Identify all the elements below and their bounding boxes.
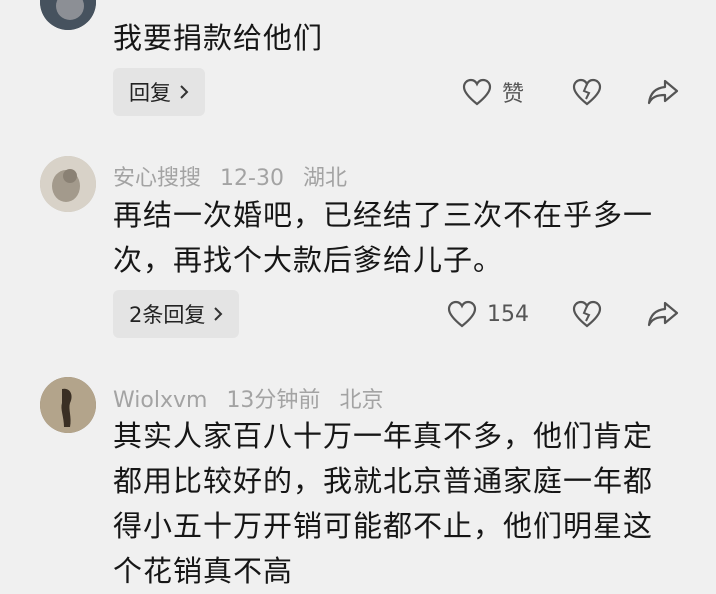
like-button[interactable]: 154 [447,290,529,338]
dislike-button[interactable] [572,68,602,116]
username[interactable]: 安心搜搜 [113,166,201,191]
comment-meta: Wiolxvm 13分钟前 北京 [113,382,395,414]
comment-date: 12-30 [220,166,284,191]
like-button[interactable]: 赞 [462,68,524,116]
comment-location: 北京 [339,388,384,413]
comment-actions: 赞 [0,68,716,116]
comment-text: 我要捐款给他们 [113,21,324,55]
comment-actions: 154 [0,290,716,338]
comment-location: 湖北 [302,166,347,191]
share-arrow-icon [647,300,679,328]
username[interactable]: Wiolxvm [113,388,207,413]
share-button[interactable] [647,68,679,116]
heart-outline-icon [447,300,477,328]
comment-date: 13分钟前 [226,388,321,413]
heart-outline-icon [462,78,492,106]
comment-text: 其实人家百八十万一年真不多，他们肯定都用比较好的，我就北京普通家庭一年都得小五十… [113,419,654,588]
comment-meta: 安心搜搜 12-30 湖北 [113,160,359,192]
dislike-button[interactable] [572,290,602,338]
share-button[interactable] [647,290,679,338]
broken-heart-icon [572,78,602,106]
avatar[interactable] [40,156,96,212]
broken-heart-icon [572,300,602,328]
avatar[interactable] [40,377,96,433]
like-count: 154 [487,301,529,327]
like-label: 赞 [502,82,525,107]
avatar[interactable] [40,0,96,30]
comment-text: 再结一次婚吧，已经结了三次不在乎多一次，再找个大款后爹给儿子。 [113,198,654,277]
share-arrow-icon [647,78,679,106]
